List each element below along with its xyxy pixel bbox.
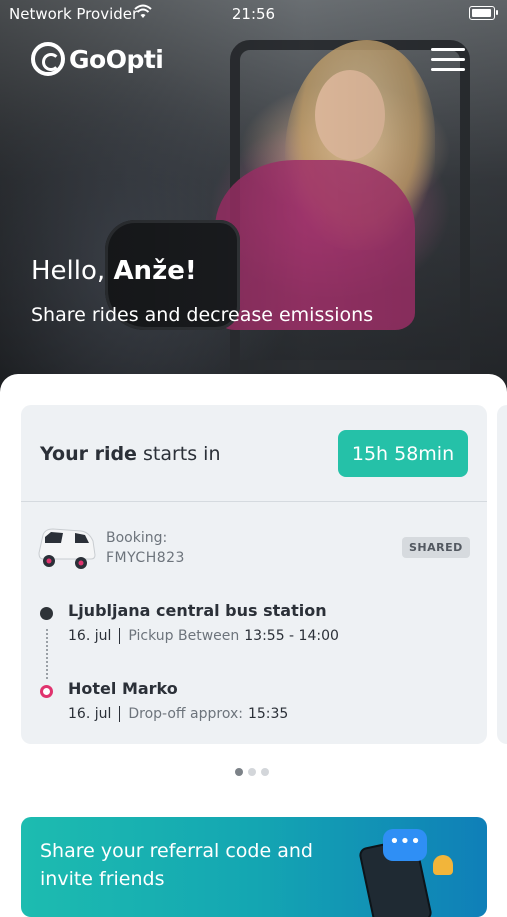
ride-title-bold: Your ride [40, 443, 137, 465]
ride-card-header: Your ride starts in 15h 58min [21, 405, 487, 502]
page-dot-active[interactable] [235, 768, 243, 776]
referral-banner[interactable]: Share your referral code and invite frie… [21, 817, 487, 917]
greeting: Hello, Anže! [31, 256, 197, 286]
chat-bubble-icon: ••• [383, 829, 427, 861]
status-bar: Network Provider 21:56 [0, 0, 507, 28]
pickup-time: 13:55 - 14:00 [244, 628, 339, 644]
dropoff-date: 16. jul [68, 706, 112, 722]
hero-subtitle: Share rides and decrease emissions [31, 304, 374, 326]
dropoff-details: 16. jul Drop-off approx: 15:35 [68, 706, 288, 722]
greeting-prefix: Hello, [31, 256, 114, 286]
goopti-logo[interactable]: GoOpti [31, 42, 164, 76]
ride-title-rest: starts in [136, 443, 221, 465]
dropoff-label: Drop-off approx: [128, 706, 243, 722]
pickup-date: 16. jul [68, 628, 112, 644]
booking-code: FMYCH823 [106, 550, 185, 566]
pickup-label: Pickup Between [128, 628, 240, 644]
upcoming-ride-card[interactable]: Your ride starts in 15h 58min Booking: F… [21, 405, 487, 744]
pickup-details: 16. jul Pickup Between 13:55 - 14:00 [68, 628, 339, 644]
next-ride-card-peek[interactable] [497, 405, 507, 744]
logo-mark-icon [31, 42, 65, 76]
bell-icon [433, 855, 453, 875]
divider [119, 628, 121, 644]
logo-text: GoOpti [69, 44, 164, 74]
page-dot[interactable] [261, 768, 269, 776]
van-icon [38, 528, 96, 569]
booking-label: Booking: [106, 530, 168, 546]
dropoff-time: 15:35 [247, 706, 289, 722]
hamburger-menu-icon[interactable] [431, 48, 465, 72]
ride-type-badge: SHARED [402, 537, 470, 558]
dropoff-marker-icon [40, 685, 53, 698]
pickup-location: Ljubljana central bus station [68, 601, 327, 620]
clock: 21:56 [231, 5, 276, 23]
countdown-badge: 15h 58min [338, 430, 468, 477]
page-dot[interactable] [248, 768, 256, 776]
carousel-pagination [235, 768, 274, 776]
dropoff-location: Hotel Marko [68, 679, 178, 698]
divider [119, 706, 121, 722]
hero-banner: Network Provider 21:56 GoOpti Hello, Anž… [0, 0, 507, 400]
ride-card-title: Your ride starts in [40, 443, 221, 465]
battery-icon [469, 6, 498, 20]
user-name: Anže! [113, 256, 197, 286]
pickup-marker-icon [40, 607, 53, 620]
route-connector [46, 629, 48, 679]
referral-text: Share your referral code and invite frie… [40, 840, 313, 890]
